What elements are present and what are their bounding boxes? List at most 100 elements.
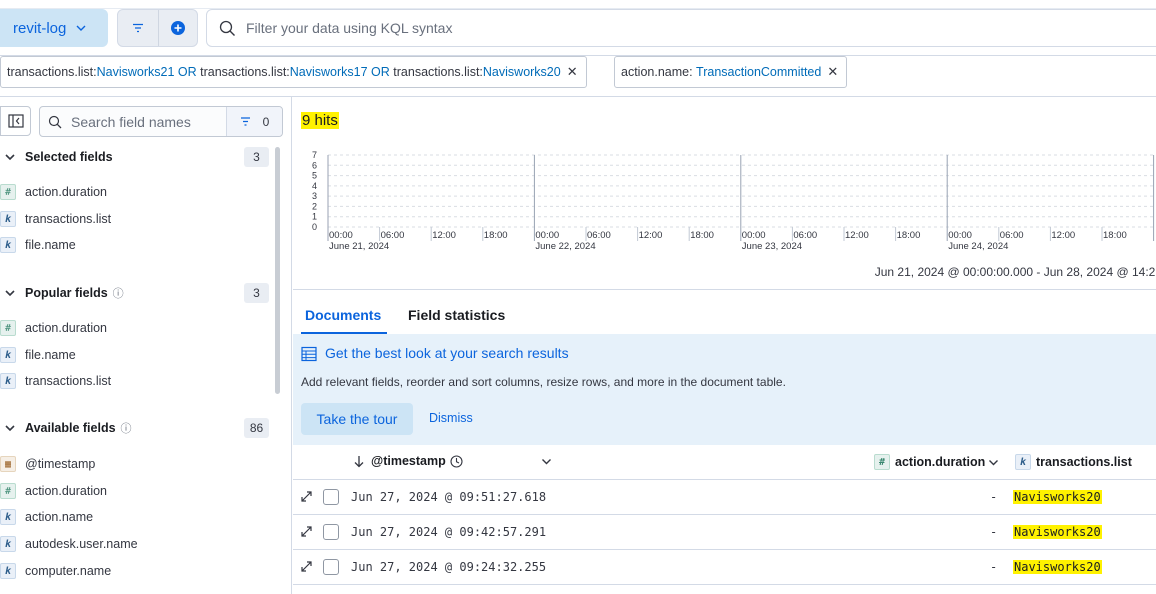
filter-value: TransactionCommitted — [696, 65, 822, 79]
top-bar: revit-log — [0, 0, 1156, 56]
collapse-sidebar-button[interactable] — [0, 106, 31, 136]
x-tick-label: 06:00 — [1000, 230, 1024, 241]
popular-fields-header[interactable]: Popular fields ⓘ — [0, 283, 270, 303]
number-type-icon: # — [874, 454, 890, 470]
sidebar-scrollbar[interactable] — [275, 147, 280, 394]
field-item[interactable]: # action.duration — [0, 318, 270, 338]
filter-count: 0 — [262, 114, 270, 129]
x-tick-label: 06:00 — [381, 230, 405, 241]
chevron-down-icon[interactable] — [988, 457, 999, 468]
take-tour-button[interactable]: Take the tour — [301, 403, 413, 435]
filter-operator: OR — [174, 65, 201, 79]
keyword-type-icon: k — [0, 563, 16, 579]
x-tick-label: 00:00 — [742, 230, 766, 241]
chevron-down-icon — [5, 290, 15, 297]
transactions-cell: Navisworks20 — [1013, 490, 1102, 504]
x-tick-label: 18:00 — [484, 230, 508, 241]
chevron-down-icon[interactable] — [541, 456, 552, 467]
x-tick-label: 18:00 — [897, 230, 921, 241]
add-filter-button[interactable] — [157, 10, 198, 46]
field-name: action.duration — [25, 321, 108, 335]
x-tick-label: 00:00 — [535, 230, 559, 241]
y-tick-label: 2 — [312, 201, 317, 211]
tab-field-statistics[interactable]: Field statistics — [408, 307, 505, 323]
selected-fields-count: 3 — [244, 147, 269, 167]
clock-icon — [450, 454, 463, 468]
table-row[interactable]: Jun 27, 2024 @ 09:42:57.291 - Navisworks… — [293, 515, 1156, 550]
field-item[interactable]: ▦ @timestamp — [0, 454, 270, 474]
field-item[interactable]: k file.name — [0, 235, 270, 255]
expand-icon[interactable] — [300, 490, 313, 503]
time-range-label: Jun 21, 2024 @ 00:00:00.000 - Jun 28, 20… — [874, 265, 1156, 279]
field-item[interactable]: k file.name — [0, 345, 270, 365]
available-fields-count: 86 — [244, 418, 269, 438]
selected-fields-header[interactable]: Selected fields — [0, 147, 270, 167]
field-item[interactable]: # action.duration — [0, 481, 270, 501]
column-header-action-duration[interactable]: # action.duration — [874, 454, 999, 470]
field-item[interactable]: k action.name — [0, 507, 270, 527]
field-item[interactable]: k autodesk.user.name — [0, 534, 270, 554]
search-icon — [48, 115, 62, 128]
close-icon[interactable]: ✕ — [827, 64, 838, 80]
expand-icon[interactable] — [300, 560, 313, 573]
field-name: action.duration — [25, 484, 108, 498]
chevron-down-icon — [5, 425, 15, 432]
column-label: @timestamp — [371, 454, 446, 468]
field-search-input[interactable] — [71, 113, 221, 130]
field-search-box: 0 — [39, 106, 283, 137]
column-header-timestamp[interactable]: @timestamp — [353, 454, 552, 468]
x-tick-label: 00:00 — [948, 230, 972, 241]
keyword-type-icon: k — [0, 373, 16, 389]
field-item[interactable]: k transactions.list — [0, 209, 270, 229]
filter-pill-transactions[interactable]: transactions.list: Navisworks21 OR trans… — [0, 56, 587, 88]
field-item[interactable]: k transactions.list — [0, 371, 270, 391]
x-tick-label: 06:00 — [793, 230, 817, 241]
filter-menu-button[interactable] — [118, 10, 158, 46]
callout-description: Add relevant fields, reorder and sort co… — [301, 375, 786, 389]
filter-value: Navisworks17 — [289, 65, 368, 79]
filter-key: transactions.list: — [7, 65, 97, 79]
duration-cell: - — [990, 560, 998, 574]
chevron-down-icon — [5, 154, 15, 161]
timestamp-cell: Jun 27, 2024 @ 09:51:27.618 — [351, 490, 547, 504]
close-icon[interactable]: ✕ — [567, 64, 578, 80]
filter-pill-action-name[interactable]: action.name: TransactionCommitted ✕ — [614, 56, 848, 88]
keyword-type-icon: k — [0, 536, 16, 552]
expand-icon[interactable] — [300, 525, 313, 538]
table-icon — [301, 346, 317, 362]
x-tick-date-label: June 22, 2024 — [535, 241, 595, 252]
help-icon[interactable]: ⓘ — [113, 285, 124, 301]
available-fields-header[interactable]: Available fields ⓘ — [0, 418, 270, 438]
arrow-down-icon — [354, 455, 364, 467]
x-tick-label: 12:00 — [1051, 230, 1075, 241]
keyword-type-icon: k — [0, 237, 16, 253]
row-checkbox[interactable] — [323, 559, 339, 575]
data-view-picker[interactable]: revit-log — [0, 9, 108, 47]
keyword-type-icon: k — [0, 211, 16, 227]
y-tick-label: 0 — [312, 222, 317, 232]
column-label: action.duration — [895, 455, 986, 469]
kql-query-input[interactable] — [246, 20, 946, 36]
dismiss-button[interactable]: Dismiss — [429, 411, 473, 425]
tab-documents[interactable]: Documents — [305, 307, 381, 323]
filter-pill-row: transactions.list: Navisworks21 OR trans… — [0, 56, 1156, 97]
y-tick-label: 5 — [312, 171, 317, 181]
table-row[interactable]: Jun 27, 2024 @ 09:24:32.255 - Navisworks… — [293, 550, 1156, 585]
callout-title: Get the best look at your search results — [325, 345, 569, 361]
x-tick-date-label: June 23, 2024 — [742, 241, 802, 252]
y-tick-label: 6 — [312, 160, 317, 170]
field-item[interactable]: # action.duration — [0, 182, 270, 202]
histogram-chart[interactable]: 7654321000:00June 21, 202406:00 12:00 18:0… — [293, 147, 1156, 307]
field-item[interactable]: k computer.name — [0, 561, 270, 581]
row-checkbox[interactable] — [323, 524, 339, 540]
help-icon[interactable]: ⓘ — [121, 420, 132, 436]
field-filter-toggle[interactable]: 0 — [226, 107, 282, 136]
row-checkbox[interactable] — [323, 489, 339, 505]
x-tick-label: 06:00 — [587, 230, 611, 241]
table-row[interactable]: Jun 27, 2024 @ 09:51:27.618 - Navisworks… — [293, 480, 1156, 515]
hits-count: 9 hits — [301, 112, 339, 129]
x-tick-label: 12:00 — [432, 230, 456, 241]
kql-query-bar[interactable] — [206, 9, 1156, 47]
x-tick-date-label: June 24, 2024 — [948, 241, 1008, 252]
column-header-transactions-list[interactable]: k transactions.list — [1015, 454, 1132, 470]
